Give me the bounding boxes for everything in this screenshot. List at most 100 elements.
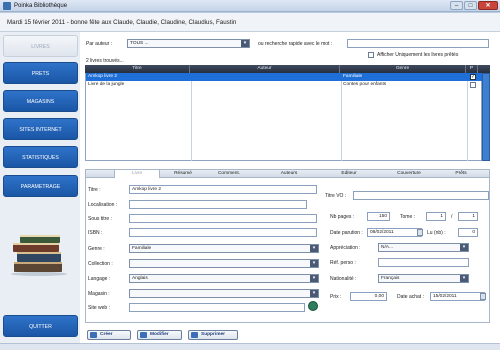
titre-input[interactable]: Amkop livre 2 (129, 185, 317, 194)
chevron-down-icon: ▾ (241, 40, 249, 47)
nav-statistiques-button[interactable]: STATISTIQUES (3, 146, 78, 168)
titre-vo-input[interactable] (353, 191, 489, 200)
detail-tabs: Livre Résumé Comment. Auteurs Editeur Co… (85, 169, 490, 178)
create-button[interactable]: Créer (87, 330, 131, 340)
magasin-label: Magasin : (88, 291, 110, 297)
nav-parametrage-button[interactable]: PARAMETRAGE (3, 175, 78, 197)
tome-label: Tome : (400, 214, 416, 220)
quit-button[interactable]: QUITTER (3, 315, 78, 337)
nb-pages-label: Nb pages : (330, 214, 355, 220)
tab-prets[interactable]: Prêts (438, 170, 484, 178)
chevron-down-icon: ▾ (460, 275, 468, 282)
date-achat-label: Date achat : (397, 294, 424, 300)
calendar-icon[interactable] (417, 229, 423, 236)
nav-magasins-button[interactable]: MAGASINS (3, 90, 78, 112)
tab-auteurs[interactable]: Auteurs (266, 170, 312, 178)
nationalite-value: Français (381, 276, 400, 281)
delete-button-label: Supprimer (201, 332, 225, 337)
ref-perso-input[interactable] (378, 258, 469, 267)
sous-titre-input[interactable] (129, 214, 317, 223)
row-title: Amkop livre 2 (88, 74, 118, 79)
edit-icon (140, 332, 147, 338)
appreciation-select[interactable]: N/A... ▾ (378, 243, 469, 252)
nb-pages-input[interactable]: 150 (367, 212, 390, 221)
row-genre: Familiale (343, 74, 363, 79)
chevron-down-icon: ▾ (310, 245, 318, 252)
table-row[interactable]: Amkop livre 2 Familiale ✓ (86, 73, 483, 81)
langage-select[interactable]: Anglais ▾ (129, 274, 319, 283)
column-header-genre[interactable]: Genre (340, 65, 466, 73)
books-illustration-icon (11, 235, 67, 276)
date-achat-input[interactable]: 15/02/2011 (430, 292, 485, 301)
row-genre: Contes pour enfants (343, 82, 387, 87)
chevron-down-icon: ▾ (310, 275, 318, 282)
modify-button-label: Modifier (150, 332, 169, 337)
tome-separator: / (451, 214, 453, 220)
grid-scrollbar[interactable] (482, 73, 490, 161)
prix-input[interactable]: 0,00 (350, 292, 387, 301)
plus-icon (90, 332, 97, 338)
genre-select[interactable]: Familiale ▾ (129, 244, 319, 253)
title-bar (0, 0, 500, 12)
nav-prets-button[interactable]: PRETS (3, 62, 78, 84)
author-filter-select[interactable]: TOUS ... ▾ (127, 39, 250, 48)
appreciation-label: Appréciation : (330, 245, 361, 251)
isbn-label: ISBN : (88, 230, 103, 236)
localisation-input[interactable] (129, 200, 307, 209)
date-greeting: Mardi 15 février 2011 - bonne fête aux C… (7, 19, 237, 26)
column-header-author[interactable]: Auteur (190, 65, 340, 73)
grid-header: Titre Auteur Genre P (85, 65, 490, 73)
nav-sites-internet-button[interactable]: SITES INTERNET (3, 118, 78, 140)
column-header-lent[interactable]: P (466, 65, 478, 73)
tab-couverture[interactable]: Couverture (386, 170, 432, 178)
nav-livres-button[interactable]: LIVRES (3, 35, 78, 57)
appreciation-value: N/A... (381, 245, 393, 250)
prix-label: Prix : (330, 294, 342, 300)
status-bar (0, 343, 500, 350)
lu-input[interactable]: 0 (458, 228, 478, 237)
quick-search-input[interactable] (347, 39, 489, 48)
tab-livre[interactable]: Livre (114, 170, 160, 178)
minimize-button[interactable]: – (450, 1, 463, 10)
only-available-checkbox[interactable] (368, 52, 374, 58)
globe-icon[interactable] (308, 301, 318, 311)
maximize-button[interactable]: □ (464, 1, 477, 10)
table-row[interactable]: Livre de la jungle Contes pour enfants (86, 81, 483, 89)
genre-value: Familiale (132, 246, 152, 251)
modify-button[interactable]: Modifier (137, 330, 182, 340)
tab-resume[interactable]: Résumé (160, 170, 206, 178)
titre-vo-label: Titre VO : (325, 193, 347, 199)
site-web-input[interactable] (129, 303, 305, 312)
chevron-down-icon: ▾ (310, 260, 318, 267)
tab-comment[interactable]: Comment. (206, 170, 252, 178)
tab-editeur[interactable]: Editeur (326, 170, 372, 178)
langage-label: Langage : (88, 276, 111, 282)
ref-perso-label: Réf. perso : (330, 260, 356, 266)
site-web-label: Site web : (88, 305, 110, 311)
localisation-label: Localisation : (88, 202, 118, 208)
close-button[interactable]: ✕ (478, 1, 498, 10)
langage-value: Anglais (132, 276, 148, 281)
tome-total-input[interactable]: 1 (458, 212, 478, 221)
author-filter-value: TOUS ... (130, 41, 149, 46)
delete-icon (191, 332, 198, 338)
row-lent-checkbox[interactable] (470, 82, 476, 88)
date-parution-label: Date parution : (330, 230, 363, 236)
date-parution-input[interactable]: 08/02/2011 (367, 228, 422, 237)
tome-input[interactable]: 1 (426, 212, 446, 221)
author-filter-label: Par auteur : (86, 41, 113, 47)
nationalite-select[interactable]: Français ▾ (378, 274, 469, 283)
row-lent-checkbox[interactable]: ✓ (470, 74, 476, 80)
delete-button[interactable]: Supprimer (188, 330, 238, 340)
app-icon (3, 2, 11, 10)
collection-label: Collection : (88, 261, 113, 267)
genre-label: Genre : (88, 246, 105, 252)
quick-search-label: ou recherche rapide avec le mot : (258, 41, 333, 47)
results-count: 2 livres trouvés... (86, 58, 124, 64)
column-header-title[interactable]: Titre (85, 65, 190, 73)
calendar-icon[interactable] (480, 293, 486, 300)
collection-select[interactable]: ▾ (129, 259, 319, 268)
magasin-select[interactable]: ▾ (129, 289, 319, 298)
isbn-input[interactable] (129, 228, 317, 237)
row-title: Livre de la jungle (88, 82, 125, 87)
